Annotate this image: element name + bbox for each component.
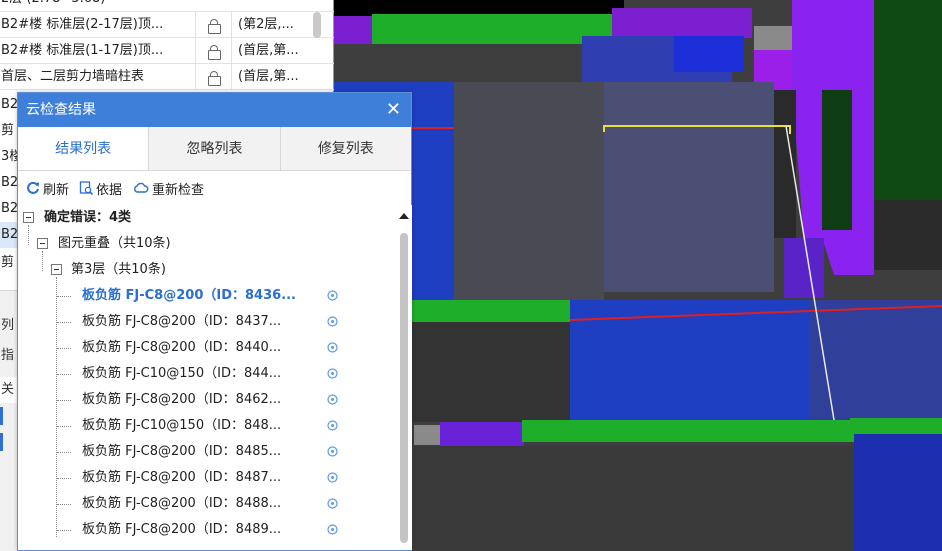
drawing-name: B2#楼 标准层(1-17层)顶... [0, 38, 196, 64]
lock-icon[interactable] [196, 64, 232, 90]
drawing-name: B2#楼 标准层(2-17层)顶... [0, 12, 196, 38]
cad-beam-green [522, 420, 852, 442]
scroll-up-icon[interactable] [399, 213, 409, 219]
list-item-label: 板负筋 FJ-C8@200（ID：8437... [82, 314, 282, 329]
floor-list: (第2层,... [238, 17, 294, 32]
cad-beam-purple [440, 422, 524, 446]
lock-icon[interactable] [196, 12, 232, 38]
cad-slab-grey [454, 82, 604, 300]
panel-toolbar: 刷新 依据 重新检查 [18, 173, 411, 203]
list-item-label: 板负筋 FJ-C8@200（ID：8489... [82, 522, 282, 537]
list-item-label: 板负筋 FJ-C8@200（ID：8436... [82, 288, 296, 303]
cad-slab-dark [394, 322, 570, 422]
locate-icon[interactable] [326, 315, 339, 328]
cad-wall-dark-green [874, 0, 942, 200]
locate-icon[interactable] [326, 341, 339, 354]
tab-ignore-list[interactable]: 忽略列表 [148, 127, 280, 170]
list-item[interactable]: 板负筋 FJ-C8@200（ID：8489... [18, 517, 396, 543]
tab-result-list[interactable]: 结果列表 [18, 127, 149, 170]
prop-marker [0, 407, 3, 425]
collapse-icon[interactable] [37, 238, 48, 249]
tree-connector [42, 251, 43, 271]
cad-beam-purple [334, 16, 374, 44]
locate-icon[interactable] [326, 523, 339, 536]
document-search-icon [79, 181, 94, 195]
list-item-label: 板负筋 FJ-C10@150（ID：844... [82, 366, 282, 381]
list-item-label: 板负筋 FJ-C8@200（ID：8488... [82, 496, 282, 511]
cad-column-grey [414, 425, 442, 445]
floor-table-row[interactable]: B2#楼 标准层(1-17层)顶... (首层,第... [0, 38, 334, 64]
locate-icon[interactable] [326, 393, 339, 406]
list-item-label: 板负筋 FJ-C8@200（ID：8462... [82, 392, 282, 407]
list-item[interactable]: 板负筋 FJ-C8@200（ID：8437... [18, 309, 396, 335]
cad-drawing [334, 0, 942, 551]
scroll-thumb[interactable] [400, 233, 408, 543]
cloud-icon [134, 182, 149, 193]
list-item-label: 板负筋 FJ-C8@200（ID：8485... [82, 444, 282, 459]
panel-title: 云检查结果 [26, 102, 96, 118]
cad-beam-purple [612, 8, 752, 38]
tree-scrollbar[interactable] [396, 205, 412, 550]
list-item-label: 板负筋 FJ-C8@200（ID：8487... [82, 470, 282, 485]
prop-marker [0, 433, 3, 451]
drawing-name: 首层、二层剪力墙暗柱表 [0, 64, 196, 90]
locate-icon[interactable] [326, 445, 339, 458]
floor-list: (首层,第... [238, 69, 299, 84]
cad-slab-dark [414, 446, 854, 551]
list-item[interactable]: 板负筋 FJ-C10@150（ID：844... [18, 361, 396, 387]
floor-table-scrollbar[interactable] [313, 12, 321, 38]
tree-floor-label: 第3层（共10条) [71, 262, 166, 277]
cad-beam-purple [784, 238, 824, 298]
floor-table-row[interactable]: B2#楼 标准层(2-17层)顶... (第2层,... [0, 12, 334, 38]
locate-icon[interactable] [326, 367, 339, 380]
collapse-icon[interactable] [51, 264, 62, 275]
tree-connector [28, 225, 29, 245]
collapse-icon[interactable] [23, 212, 34, 223]
floor-list: (首层,第... [238, 43, 299, 58]
floor-range-label: 2层 (2.78~5.68) [0, 0, 310, 12]
floor-table-row-partial[interactable]: 2层 (2.78~5.68) [0, 0, 334, 12]
cloud-check-panel: 云检查结果 ✕ 结果列表 忽略列表 修复列表 刷新 依据 重新检查 确定错误：4… [17, 92, 412, 551]
cad-slab-blue [854, 434, 942, 551]
recheck-button[interactable]: 重新检查 [132, 179, 204, 198]
list-item[interactable]: 板负筋 FJ-C8@200（ID：8485... [18, 439, 396, 465]
refresh-icon [27, 181, 39, 194]
cad-void [334, 0, 624, 16]
list-item-label: 板负筋 FJ-C8@200（ID：8440... [82, 340, 282, 355]
lock-icon[interactable] [196, 38, 232, 64]
tab-fix-list[interactable]: 修复列表 [279, 127, 411, 170]
cad-slab-grey [604, 82, 774, 292]
locate-icon[interactable] [326, 471, 339, 484]
refresh-label: 刷新 [43, 182, 70, 198]
cad-slab-blue [674, 36, 744, 72]
close-icon[interactable]: ✕ [386, 93, 401, 127]
basis-label: 依据 [96, 182, 123, 198]
list-item[interactable]: 板负筋 FJ-C8@200（ID：8462... [18, 387, 396, 413]
cad-viewport[interactable] [334, 0, 942, 551]
locate-icon[interactable] [326, 419, 339, 432]
cad-void [874, 200, 942, 270]
recheck-label: 重新检查 [152, 182, 205, 198]
floor-table-row[interactable]: 首层、二层剪力墙暗柱表 (首层,第... [0, 64, 334, 90]
result-tree: 确定错误：4类 图元重叠（共10条) 第3层（共10条) 板负筋 FJ-C8@2… [18, 205, 396, 550]
list-item-label: 板负筋 FJ-C10@150（ID：848... [82, 418, 282, 433]
panel-title-bar[interactable]: 云检查结果 ✕ [18, 93, 411, 127]
list-item[interactable]: 板负筋 FJ-C8@200（ID：8440... [18, 335, 396, 361]
locate-icon[interactable] [326, 497, 339, 510]
list-item[interactable]: 板负筋 FJ-C8@200（ID：8436... [18, 283, 396, 309]
tree-group-label: 图元重叠（共10条) [58, 236, 171, 251]
tree-root-label: 确定错误：4类 [44, 210, 132, 225]
list-item[interactable]: 板负筋 FJ-C8@200（ID：8487... [18, 465, 396, 491]
result-tabs: 结果列表 忽略列表 修复列表 [18, 127, 411, 171]
list-item[interactable]: 板负筋 FJ-C8@200（ID：8488... [18, 491, 396, 517]
cad-column-grey [754, 26, 794, 50]
cad-wall-dark-green [822, 90, 852, 230]
basis-button[interactable]: 依据 [79, 179, 122, 198]
list-item[interactable]: 板负筋 FJ-C10@150（ID：848... [18, 413, 396, 439]
refresh-button[interactable]: 刷新 [26, 179, 69, 198]
cad-beam-green [372, 14, 612, 44]
cad-slab-blue [810, 300, 942, 420]
locate-icon[interactable] [326, 289, 339, 302]
